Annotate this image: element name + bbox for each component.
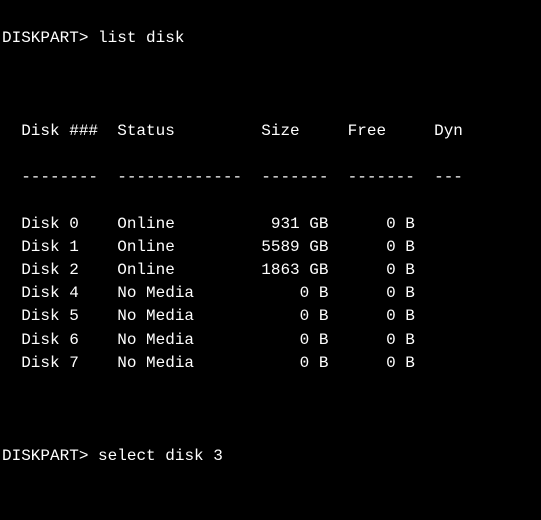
table-row: Disk 1 Online 5589 GB 0 B bbox=[2, 236, 539, 259]
table-separator: -------- ------------- ------- ------- -… bbox=[2, 166, 539, 189]
prompt: DISKPART> bbox=[2, 29, 88, 47]
table-header: Disk ### Status Size Free Dyn bbox=[2, 120, 539, 143]
command: select disk 3 bbox=[98, 447, 223, 465]
terminal-output: DISKPART> list disk Disk ### Status Size… bbox=[0, 0, 541, 520]
col-dyn: Dyn bbox=[434, 122, 463, 140]
prompt-line: DISKPART> list disk bbox=[2, 27, 539, 50]
table-row: Disk 5 No Media 0 B 0 B bbox=[2, 305, 539, 328]
table-row: Disk 0 Online 931 GB 0 B bbox=[2, 213, 539, 236]
table-row: Disk 2 Online 1863 GB 0 B bbox=[2, 259, 539, 282]
table-row: Disk 7 No Media 0 B 0 B bbox=[2, 352, 539, 375]
col-free: Free bbox=[348, 122, 386, 140]
col-status: Status bbox=[117, 122, 175, 140]
col-size: Size bbox=[261, 122, 299, 140]
prompt-line: DISKPART> select disk 3 bbox=[2, 445, 539, 468]
col-disk: Disk ### bbox=[21, 122, 98, 140]
table-row: Disk 6 No Media 0 B 0 B bbox=[2, 329, 539, 352]
table-row: Disk 4 No Media 0 B 0 B bbox=[2, 282, 539, 305]
prompt: DISKPART> bbox=[2, 447, 88, 465]
disk-table-body: Disk 0 Online 931 GB 0 B Disk 1 Online 5… bbox=[2, 213, 539, 375]
command: list disk bbox=[98, 29, 184, 47]
blank-line bbox=[2, 491, 539, 514]
blank-line bbox=[2, 74, 539, 97]
blank-line bbox=[2, 398, 539, 421]
